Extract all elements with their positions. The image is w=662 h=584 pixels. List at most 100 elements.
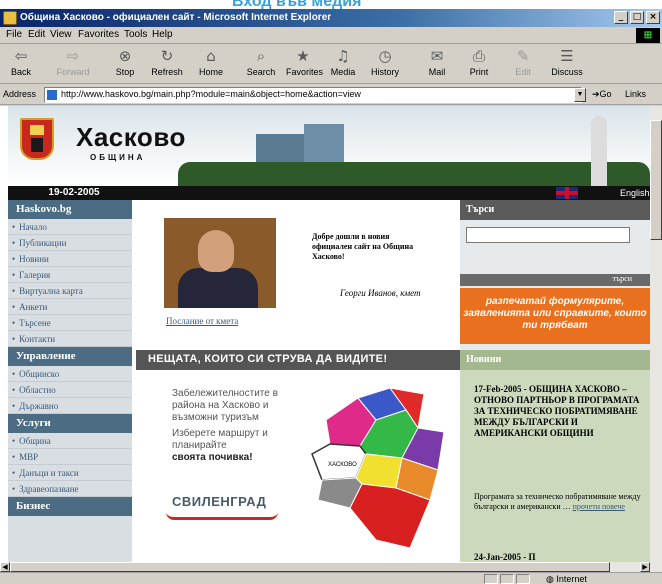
discuss-button[interactable]: ☰ Discuss bbox=[550, 46, 584, 82]
home-button[interactable]: ⌂ Home bbox=[194, 46, 228, 82]
forward-button[interactable]: ⇨ Forward bbox=[56, 46, 90, 82]
status-pane-3 bbox=[516, 574, 530, 584]
nav-item[interactable]: • Контакти bbox=[8, 331, 132, 347]
nav-item-label: Общинско bbox=[19, 369, 60, 379]
forms-banner[interactable]: разпечатай формулярите, заявленията или … bbox=[460, 288, 650, 344]
news-title[interactable]: 17-Feb-2005 - ОБЩИНА ХАСКОВО – ОТНОВО ПА… bbox=[474, 384, 644, 439]
news-heading: Новини bbox=[460, 350, 650, 370]
refresh-button[interactable]: ↻ Refresh bbox=[150, 46, 184, 82]
favorites-button[interactable]: ★ Favorites bbox=[286, 46, 323, 82]
read-more-link[interactable]: прочети повече bbox=[573, 502, 625, 511]
nav-item[interactable]: • Община bbox=[8, 433, 132, 449]
bullet-icon: • bbox=[12, 254, 16, 264]
horizontal-scrollbar[interactable]: ◀ ▶ bbox=[0, 562, 662, 572]
nav-item[interactable]: • Новини bbox=[8, 251, 132, 267]
search-button[interactable]: ⌕ Search bbox=[244, 46, 278, 82]
next-news-title[interactable]: 24-Jan-2005 - П bbox=[474, 552, 536, 562]
scroll-right-icon[interactable]: ▶ bbox=[640, 562, 650, 572]
nav-item[interactable]: • Държавно bbox=[8, 398, 132, 414]
horizontal-scroll-thumb[interactable] bbox=[10, 562, 610, 572]
edit-button[interactable]: ✎ Edit bbox=[506, 46, 540, 82]
vertical-scroll-thumb[interactable] bbox=[650, 120, 662, 240]
bullet-icon: • bbox=[12, 302, 16, 312]
zone-label: Internet bbox=[556, 574, 587, 584]
search-heading: Търси bbox=[460, 200, 650, 220]
nav-item[interactable]: • Общинско bbox=[8, 366, 132, 382]
status-pane-1 bbox=[484, 574, 498, 584]
right-column: Търси търси разпечатай формулярите, заяв… bbox=[460, 200, 650, 562]
bullet-icon: • bbox=[12, 468, 16, 478]
nav-item[interactable]: • Анкети bbox=[8, 299, 132, 315]
nav-item-label: Галерия bbox=[19, 270, 51, 280]
nav-item[interactable]: • Галерия bbox=[8, 267, 132, 283]
home-icon: ⌂ bbox=[206, 47, 216, 65]
print-button[interactable]: ⎙ Print bbox=[462, 46, 496, 82]
history-button[interactable]: ◷ History bbox=[368, 46, 402, 82]
tourism-promo[interactable]: Забележителностите в района на Хасково и… bbox=[136, 370, 460, 562]
minimize-button[interactable]: _ bbox=[614, 11, 628, 24]
search-button[interactable]: търси bbox=[613, 274, 632, 283]
refresh-icon: ↻ bbox=[160, 47, 174, 65]
mayor-message-link[interactable]: Послание от кмета bbox=[166, 316, 238, 326]
toolbar-label: Stop bbox=[115, 67, 135, 77]
left-navigation: Haskovo.bg • Начало • Публикации • Новини • Гале… bbox=[8, 200, 132, 562]
address-bar: Address http://www.haskovo.bg/main.php?m… bbox=[0, 85, 662, 105]
nav-item[interactable]: • Виртуална карта bbox=[8, 283, 132, 299]
toolbar-label: History bbox=[370, 67, 399, 77]
toolbar-label: Search bbox=[246, 67, 276, 77]
bullet-icon: • bbox=[12, 369, 16, 379]
search-icon: ⌕ bbox=[256, 47, 266, 65]
search-input[interactable] bbox=[466, 227, 630, 243]
mail-button[interactable]: ✉ Mail bbox=[420, 46, 454, 82]
site-brand[interactable]: Хасково bbox=[76, 122, 186, 153]
nav-item[interactable]: • МВР bbox=[8, 449, 132, 465]
stop-button[interactable]: ⊗ Stop bbox=[108, 46, 142, 82]
nav-item-label: Търсене bbox=[19, 318, 51, 328]
nav-item[interactable]: • Публикации bbox=[8, 235, 132, 251]
address-field[interactable]: http://www.haskovo.bg/main.php?module=ma… bbox=[44, 87, 582, 103]
favorites-icon: ★ bbox=[296, 47, 310, 65]
promo-swoosh bbox=[166, 512, 278, 520]
uk-flag-icon[interactable] bbox=[556, 187, 578, 199]
municipality-crest-icon bbox=[20, 118, 54, 160]
scroll-left-icon[interactable]: ◀ bbox=[0, 562, 10, 572]
nav-item[interactable]: • Начало bbox=[8, 219, 132, 235]
history-icon: ◷ bbox=[378, 47, 392, 65]
nav-section-heading: Управление bbox=[8, 347, 132, 366]
menu-favorites[interactable]: Favorites bbox=[78, 29, 119, 40]
close-button[interactable]: × bbox=[646, 11, 660, 24]
address-url: http://www.haskovo.bg/main.php?module=ma… bbox=[61, 89, 361, 99]
english-link[interactable]: English bbox=[620, 188, 650, 198]
nav-item[interactable]: • Здравеопазване bbox=[8, 481, 132, 497]
address-dropdown-icon[interactable]: ▼ bbox=[574, 88, 586, 102]
nav-item[interactable]: • Областно bbox=[8, 382, 132, 398]
browser-window: Община Хасково - официален сайт - Micros… bbox=[0, 9, 662, 584]
back-button[interactable]: ⇦ Back bbox=[4, 46, 38, 82]
vertical-scrollbar[interactable] bbox=[650, 106, 662, 562]
news-text: Програмата за техническо побратимяване м… bbox=[474, 492, 644, 512]
toolbar-label: Back bbox=[10, 67, 31, 77]
page-heading-strip: Вход във медия bbox=[0, 0, 662, 9]
see-banner: НЕЩАТА, КОИТО СИ СТРУВА ДА ВИДИТЕ! bbox=[136, 350, 460, 370]
nav-item[interactable]: • Търсене bbox=[8, 315, 132, 331]
status-pane-2 bbox=[500, 574, 514, 584]
nav-item-label: Контакти bbox=[19, 334, 56, 344]
site-header: Хасково ОБЩИНА bbox=[8, 106, 650, 186]
menu-help[interactable]: Help bbox=[152, 29, 173, 40]
menu-tools[interactable]: Tools bbox=[124, 29, 147, 40]
menu-file[interactable]: File bbox=[6, 29, 22, 40]
nav-item[interactable]: • Данъци и такси bbox=[8, 465, 132, 481]
ie-app-icon bbox=[3, 11, 17, 25]
links-button[interactable]: Links bbox=[625, 89, 646, 99]
bullet-icon: • bbox=[12, 385, 16, 395]
maximize-button[interactable]: □ bbox=[630, 11, 644, 24]
go-button[interactable]: ➔Go bbox=[592, 89, 612, 100]
promo-town: СВИЛЕНГРАД bbox=[172, 494, 267, 509]
media-button[interactable]: ♫ Media bbox=[326, 46, 360, 82]
bullet-icon: • bbox=[12, 401, 16, 411]
menu-edit[interactable]: Edit bbox=[28, 29, 45, 40]
menu-view[interactable]: View bbox=[50, 29, 72, 40]
window-title: Община Хасково - официален сайт - Micros… bbox=[20, 12, 332, 23]
discuss-icon: ☰ bbox=[560, 47, 574, 65]
nav-item-label: Здравеопазване bbox=[19, 484, 79, 494]
